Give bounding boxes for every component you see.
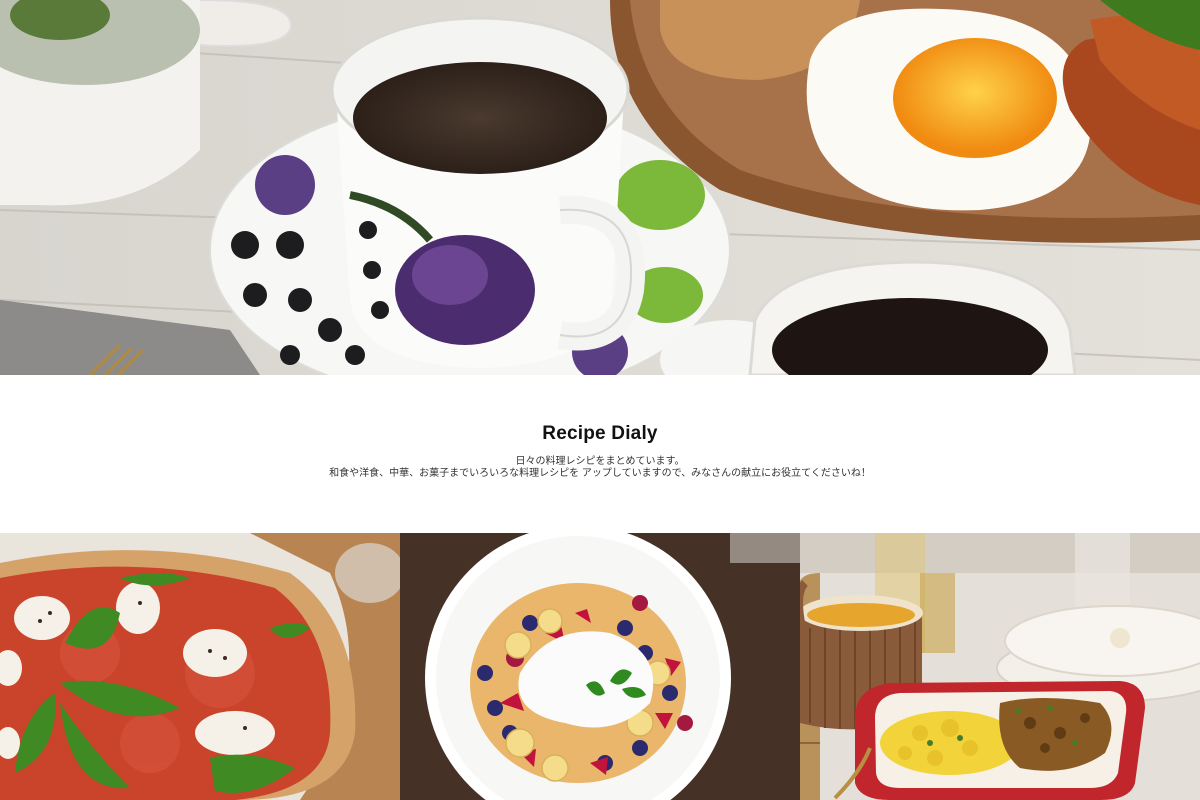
- site-intro: Recipe Dialy 日々の料理レシピをまとめています。 和食や洋食、中華、…: [0, 375, 1200, 533]
- recipe-tile-pancake[interactable]: [400, 533, 800, 800]
- recipe-tile-curry[interactable]: [800, 533, 1200, 800]
- site-title: Recipe Dialy: [542, 423, 658, 444]
- pancake-photo-icon: [400, 533, 800, 800]
- recipe-grid: [0, 533, 1200, 800]
- recipe-tile-pizza[interactable]: [0, 533, 400, 800]
- curry-soup-photo-icon: [800, 533, 1200, 800]
- site-description-line-2: 和食や洋食、中華、お菓子までいろいろな料理レシピを アップしていますので、みなさ…: [329, 468, 871, 479]
- pizza-photo-icon: [0, 533, 400, 800]
- hero-image: [0, 0, 1200, 375]
- site-description-line-1: 日々の料理レシピをまとめています。: [515, 456, 685, 467]
- breakfast-coffee-photo-icon: [0, 0, 1200, 375]
